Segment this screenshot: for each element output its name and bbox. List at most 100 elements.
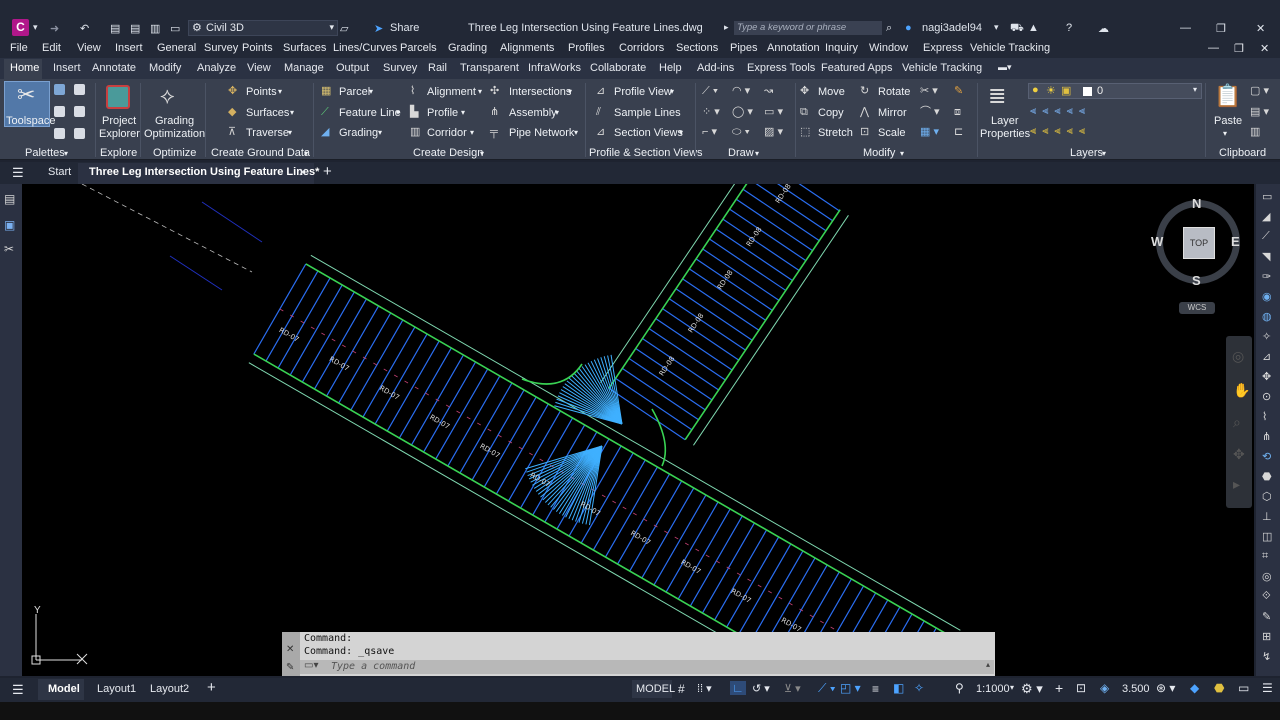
app-logo[interactable]: C [12, 19, 29, 36]
annotation-scale[interactable]: 1:1000 [976, 683, 1010, 695]
tool-icon-12[interactable]: ⌇ [1262, 410, 1267, 423]
annotation-value[interactable]: 3.500 [1122, 683, 1150, 695]
save-as-icon[interactable]: ▤ [130, 22, 140, 35]
menu-sections[interactable]: Sections [676, 42, 718, 54]
new-tab-icon[interactable]: + [323, 163, 332, 180]
copy-button[interactable]: Copy [818, 107, 844, 119]
otrack-icon[interactable]: ◰ ▾ [840, 681, 861, 695]
cart-icon[interactable]: ⛟ [1010, 22, 1024, 36]
chevron-down-icon[interactable]: ▾ [378, 127, 382, 139]
cut-icon[interactable]: ▤ ▾ [1250, 106, 1269, 118]
plot-icon[interactable]: ▱ [340, 22, 348, 35]
grading-optimization-button-line2[interactable]: Optimization [144, 128, 205, 140]
osnap-icon[interactable]: ⟋ ▾ [818, 681, 836, 696]
profile-view-button[interactable]: Profile View [614, 86, 672, 98]
traverse-button[interactable]: Traverse [246, 127, 289, 139]
chevron-down-icon[interactable]: ▾ [670, 86, 674, 98]
showmotion-icon[interactable]: ▸ [1233, 476, 1240, 493]
navigation-bar[interactable]: ◎ ✋ ⌕ ✥ ▸ [1226, 336, 1252, 508]
chevron-down-icon[interactable]: ▾ [1223, 128, 1227, 140]
scale-button[interactable]: Scale [878, 127, 906, 139]
menu-lines-curves[interactable]: Lines/Curves [333, 42, 397, 54]
tab-view[interactable]: View [247, 62, 271, 74]
workspace-gear-icon[interactable]: ⚙ ▾ [1021, 681, 1043, 697]
customize-command-icon[interactable]: ✎ [286, 662, 294, 673]
tab-home[interactable]: Home [10, 62, 39, 74]
profile-button[interactable]: Profile [427, 107, 458, 119]
panel-layers[interactable]: Layers [1070, 147, 1103, 159]
ribbon-options-icon[interactable]: ▬▾ [998, 62, 1012, 73]
chevron-down-icon[interactable]: ▾ [994, 22, 999, 33]
tool-icon-22[interactable]: ✎ [1262, 610, 1271, 623]
compass-w[interactable]: W [1151, 234, 1163, 249]
rectangle-icon[interactable]: ▭ ▾ [764, 106, 783, 118]
grid-icon[interactable]: # [678, 682, 685, 696]
match-icon[interactable]: ▥ [1250, 126, 1260, 138]
arc-icon[interactable]: ◠ ▾ [732, 85, 750, 97]
isodraft-icon[interactable]: ⊻ ▾ [784, 682, 801, 695]
app-menu-caret-icon[interactable]: ▾ [33, 22, 38, 33]
chevron-down-icon[interactable]: ▾ [461, 107, 465, 119]
username[interactable]: nagi3adel94 [922, 22, 982, 34]
menu-inquiry[interactable]: Inquiry [825, 42, 858, 54]
snap-icon[interactable]: ⁞⁞ ▾ [697, 682, 712, 695]
tool-icon-14[interactable]: ⟲ [1262, 450, 1271, 463]
pipe-network-button[interactable]: Pipe Network [509, 127, 574, 139]
cloud-icon[interactable]: ☁ [1098, 22, 1109, 35]
transparency-icon[interactable]: ◧ [893, 681, 904, 695]
tool-icon-7[interactable]: ◍ [1262, 310, 1272, 323]
tool-icon-24[interactable]: ↯ [1262, 650, 1271, 663]
undo-icon[interactable]: ↶ [80, 22, 89, 35]
command-input[interactable]: ▭▾ Type a command ▴ [300, 660, 994, 674]
tool-icon-4[interactable]: ◥ [1262, 250, 1270, 263]
chevron-down-icon[interactable]: ▾ [278, 86, 282, 98]
line-icon[interactable]: ⟋ ▾ [702, 85, 718, 97]
menu-view[interactable]: View [77, 42, 101, 54]
section-views-button[interactable]: Section Views [614, 127, 683, 139]
tab-modify[interactable]: Modify [149, 62, 181, 74]
offset-icon[interactable]: ⊏ [954, 126, 963, 138]
menu-edit[interactable]: Edit [42, 42, 61, 54]
hamburger-icon[interactable]: ☰ [12, 165, 24, 181]
menu-express[interactable]: Express [923, 42, 963, 54]
panel-draw[interactable]: Draw [728, 147, 754, 159]
polar-icon[interactable]: ↺ ▾ [752, 682, 770, 695]
tool-icon-13[interactable]: ⋔ [1262, 430, 1271, 443]
close-icon[interactable]: ✕ [1256, 22, 1265, 35]
stretch-button[interactable]: Stretch [818, 127, 853, 139]
layer-state-icon[interactable]: ◈ [1100, 681, 1109, 695]
help-icon[interactable]: ? [1066, 22, 1072, 34]
assembly-button[interactable]: Assembly [509, 107, 557, 119]
menu-survey[interactable]: Survey [204, 42, 238, 54]
share-icon[interactable]: ➤ [374, 22, 383, 35]
chevron-down-icon[interactable]: ▾ [369, 86, 373, 98]
array-grid-icon[interactable]: ▦ ▾ [920, 126, 939, 138]
layer-tools-row1[interactable]: ⫷⫷⫷⫷⫷ [1030, 105, 1091, 117]
close-tab-icon[interactable]: ✕ [298, 166, 307, 179]
chevron-down-icon[interactable]: ▾ [64, 149, 68, 158]
chevron-down-icon[interactable]: ▾ [568, 86, 572, 98]
plus-icon[interactable]: + [1055, 680, 1063, 696]
alignment-button[interactable]: Alignment [427, 86, 476, 98]
rotate-button[interactable]: Rotate [878, 86, 910, 98]
user-icon[interactable]: ● [905, 22, 912, 34]
copy-clip-icon[interactable]: ▢ ▾ [1250, 85, 1269, 97]
command-prompt-icon[interactable]: ▭▾ [304, 660, 318, 671]
tab-manage[interactable]: Manage [284, 62, 324, 74]
chevron-down-icon[interactable]: ▾ [1102, 149, 1106, 158]
tool-icon-20[interactable]: ◎ [1262, 570, 1272, 583]
project-explorer-button-line2[interactable]: Explorer [99, 128, 140, 140]
chevron-down-icon[interactable]: ▾ [555, 107, 559, 119]
open-icon[interactable]: ▭ [170, 22, 180, 35]
share-button[interactable]: Share [390, 22, 419, 34]
restore-icon[interactable]: ❐ [1216, 22, 1226, 35]
parcel-button[interactable]: Parcel [339, 86, 370, 98]
chevron-down-icon[interactable]: ▾ [396, 107, 400, 119]
spline-icon[interactable]: ⌐ ▾ [702, 126, 717, 138]
new-layout-icon[interactable]: + [207, 679, 216, 696]
feature-line-button[interactable]: Feature Line [339, 107, 401, 119]
tool-icon-5[interactable]: ✑ [1262, 270, 1271, 283]
corridor-button[interactable]: Corridor [427, 127, 467, 139]
menu-corridors[interactable]: Corridors [619, 42, 664, 54]
circle-icon[interactable]: ◯ ▾ [732, 106, 753, 118]
